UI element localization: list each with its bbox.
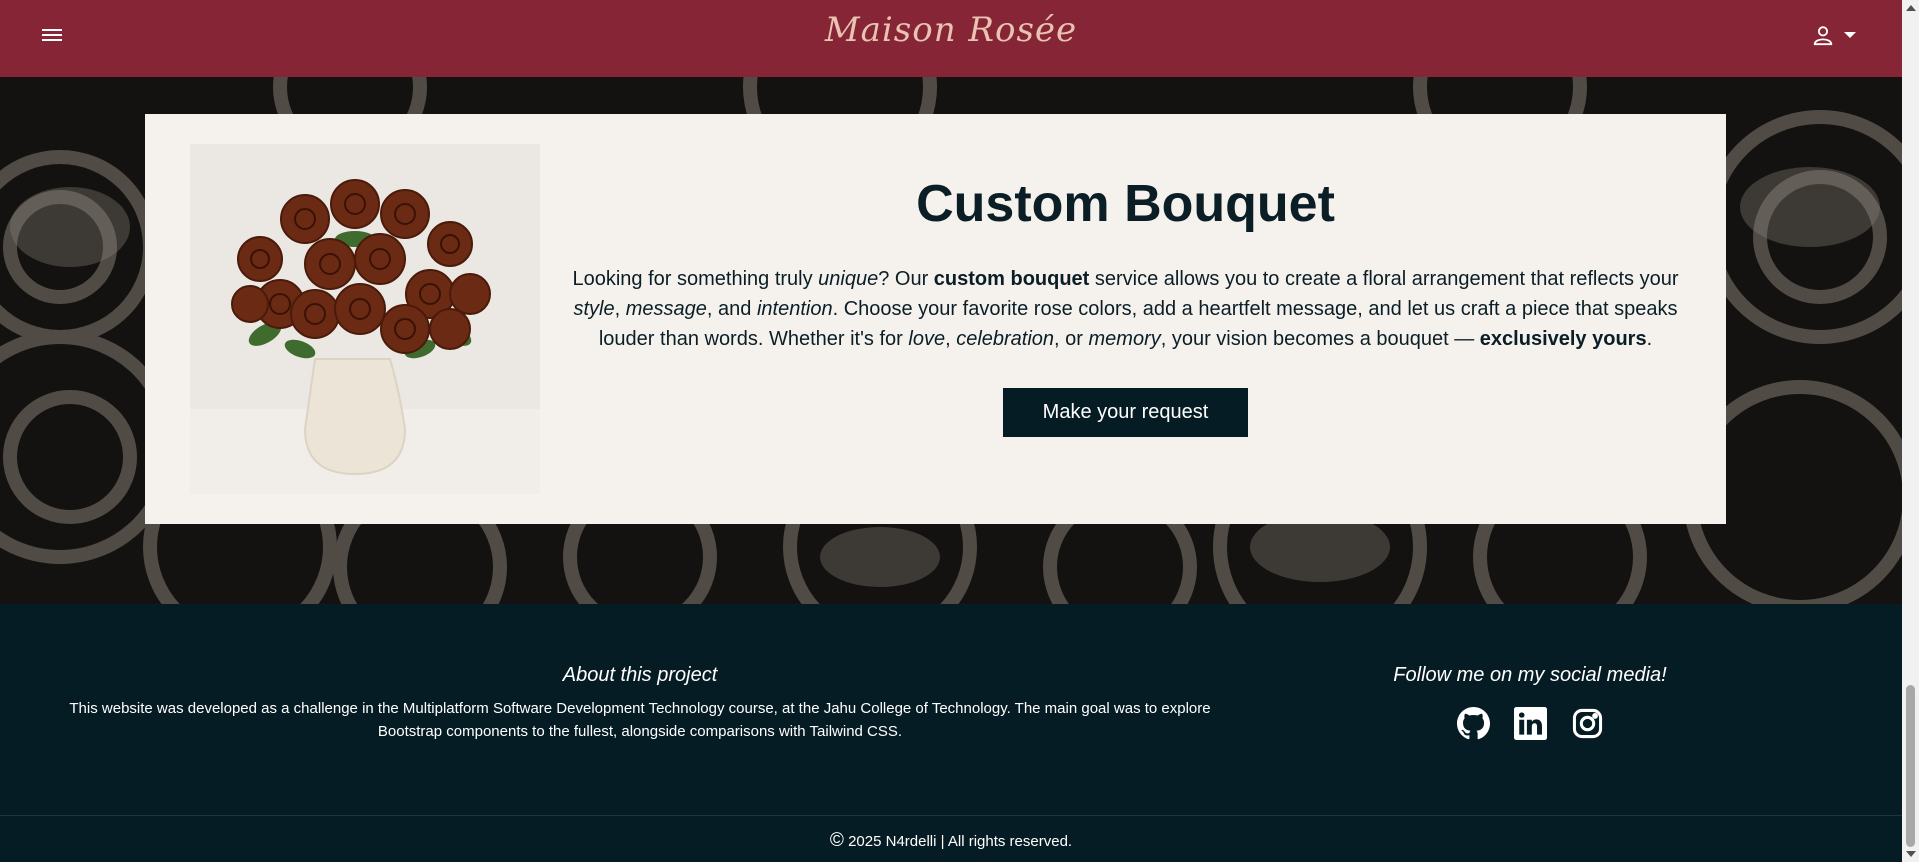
hero-section: Custom Bouquet Looking for something tru… xyxy=(0,77,1902,604)
instagram-icon[interactable] xyxy=(1571,707,1604,740)
navbar: Maison Rosée xyxy=(0,0,1902,77)
about-text: This website was developed as a challeng… xyxy=(69,700,1211,740)
card-description: Looking for something truly unique? Our … xyxy=(572,268,1679,350)
card-body: Custom Bouquet Looking for something tru… xyxy=(570,114,1681,437)
scroll-down-icon[interactable] xyxy=(1906,851,1916,857)
about-section: About this project This website was deve… xyxy=(60,664,1220,743)
custom-bouquet-card: Custom Bouquet Looking for something tru… xyxy=(145,114,1726,524)
brand-logo[interactable]: Maison Rosée xyxy=(0,10,1902,50)
user-menu-toggle[interactable] xyxy=(1812,24,1856,46)
scrollbar[interactable] xyxy=(1902,0,1919,862)
github-icon[interactable] xyxy=(1456,707,1490,740)
scroll-thumb[interactable] xyxy=(1906,685,1915,847)
about-title: About this project xyxy=(562,664,718,686)
copyright: © 2025 N4rdelli | All rights reserved. xyxy=(0,830,1902,852)
footer: About this project This website was deve… xyxy=(0,604,1902,862)
copyright-text: 2025 N4rdelli | All rights reserved. xyxy=(848,833,1073,850)
card-title: Custom Bouquet xyxy=(916,175,1335,233)
social-title: Follow me on my social media! xyxy=(1393,664,1667,686)
social-section: Follow me on my social media! xyxy=(1340,664,1720,740)
copyright-symbol: © xyxy=(829,830,844,851)
scroll-up-icon[interactable] xyxy=(1906,5,1916,11)
social-icons xyxy=(1340,707,1720,740)
user-icon xyxy=(1813,26,1833,46)
make-request-button[interactable]: Make your request xyxy=(1002,388,1249,437)
caret-down-icon xyxy=(1844,32,1856,38)
bouquet-image xyxy=(190,144,540,494)
footer-divider xyxy=(0,815,1902,816)
linkedin-icon[interactable] xyxy=(1513,707,1547,740)
